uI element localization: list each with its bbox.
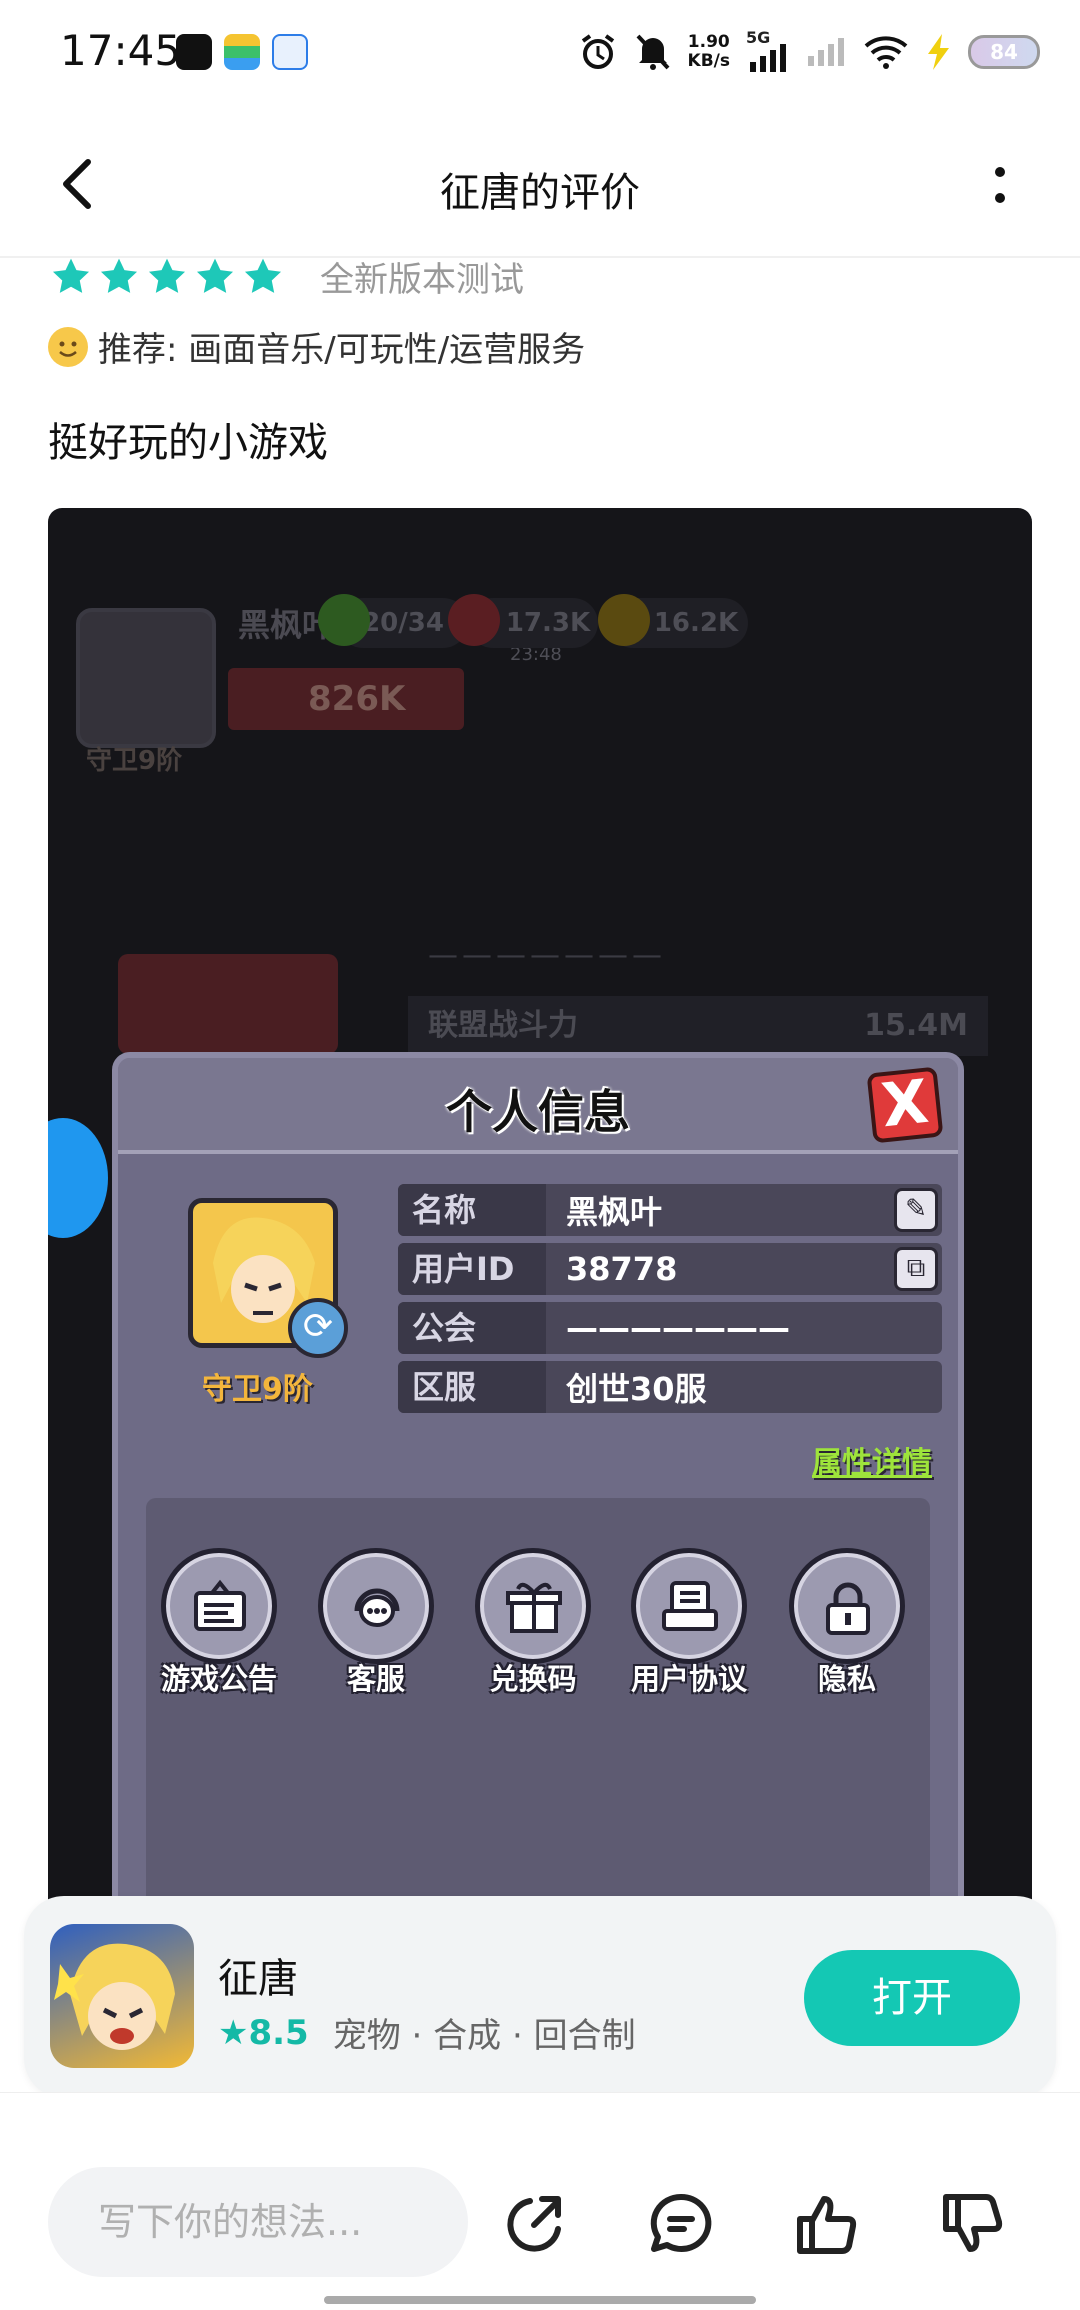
attribute-details-link: 属性详情	[812, 1446, 932, 1481]
info-value: 创世30服	[566, 1370, 707, 1408]
player-avatar	[76, 608, 216, 748]
recommend-text: 推荐: 画面音乐/可玩性/运营服务	[98, 330, 586, 370]
info-value: 黑枫叶	[566, 1193, 663, 1231]
comment-input[interactable]	[48, 2167, 468, 2277]
bottom-action-bar	[0, 2092, 1080, 2310]
info-key: 名称	[398, 1184, 546, 1236]
info-key: 用户ID	[398, 1243, 546, 1295]
alliance-value: 15.4M	[864, 1008, 968, 1043]
star-icon	[244, 258, 282, 293]
gem-icon	[448, 594, 500, 646]
tiktok-icon	[176, 34, 212, 70]
notification-icon-2	[272, 34, 308, 70]
info-value: 38778	[566, 1250, 678, 1288]
recommend-row: 推荐: 画面音乐/可玩性/运营服务	[48, 322, 585, 371]
rating-row: 全新版本测试	[50, 252, 524, 301]
smile-emoji-icon	[48, 326, 88, 367]
status-bar: 17:45 1.90 KB/s 5G 84	[0, 0, 1080, 110]
energy-icon	[318, 594, 370, 646]
share-icon[interactable]	[500, 2189, 570, 2259]
more-vertical-icon[interactable]	[990, 164, 1010, 208]
top-app-bar: 征唐的评价	[0, 110, 1080, 258]
net-speed: 1.90 KB/s	[687, 32, 730, 71]
gold-icon	[598, 594, 650, 646]
headset-icon	[318, 1548, 434, 1664]
banner-block	[118, 954, 338, 1054]
thumbs-down-icon[interactable]	[938, 2189, 1008, 2259]
battery-indicator: 84	[968, 35, 1040, 69]
customer-service-button: 客服	[311, 1548, 441, 1698]
open-app-button[interactable]: 打开	[804, 1950, 1020, 2046]
power-bar: 826K	[228, 668, 464, 730]
status-indicators: 1.90 KB/s 5G 84	[578, 28, 1040, 76]
info-row-server: 区服 创世30服	[398, 1361, 942, 1413]
game-notice-button: 游戏公告	[154, 1548, 284, 1698]
mute-icon	[636, 34, 669, 70]
dialog-title: 个人信息	[446, 1085, 630, 1139]
signal-icon	[808, 38, 844, 66]
alliance-power-bar: 联盟战斗力 15.4M	[408, 996, 988, 1056]
profile-rank: 守卫9阶	[202, 1372, 313, 1407]
home-indicator	[324, 2296, 756, 2304]
privacy-button: 隐私	[782, 1548, 912, 1698]
info-key: 公会	[398, 1302, 546, 1354]
redeem-code-button: 兑换码	[468, 1548, 598, 1698]
refresh-icon: ⟳	[288, 1298, 348, 1358]
star-icon	[148, 258, 186, 293]
edit-icon: ✎	[894, 1188, 938, 1232]
info-row-user-id: 用户ID 38778 ⧉	[398, 1243, 942, 1295]
alliance-label: 联盟战斗力	[428, 1008, 578, 1043]
dialog-header: 个人信息 X	[118, 1058, 958, 1154]
info-rows: 名称 黑枫叶 ✎ 用户ID 38778 ⧉ 公会 ——————— 区服 创世30…	[398, 1184, 942, 1420]
notice-board-icon	[161, 1548, 277, 1664]
notification-icon	[224, 34, 260, 70]
app-tags: 宠物 · 合成 · 回合制	[332, 2016, 636, 2056]
star-icon	[100, 258, 138, 293]
page-title: 征唐的评价	[440, 170, 640, 216]
info-key: 区服	[398, 1361, 546, 1413]
lock-icon	[789, 1548, 905, 1664]
status-time: 17:45	[60, 26, 182, 75]
charging-icon	[928, 34, 949, 70]
app-score: ★8.5	[218, 2012, 309, 2053]
version-tag: 全新版本测试	[320, 260, 524, 300]
info-row-name: 名称 黑枫叶 ✎	[398, 1184, 942, 1236]
copy-icon: ⧉	[894, 1247, 938, 1291]
star-icon	[52, 258, 90, 293]
star-icon	[196, 258, 234, 293]
app-meta: ★8.5 宠物 · 合成 · 回合制	[218, 2008, 636, 2057]
star-rating	[50, 256, 284, 298]
wifi-icon	[864, 36, 908, 69]
document-icon	[631, 1548, 747, 1664]
thumbs-up-icon[interactable]	[792, 2189, 862, 2259]
review-text: 挺好玩的小游戏	[48, 420, 328, 466]
info-row-guild: 公会 ———————	[398, 1302, 942, 1354]
user-agreement-button: 用户协议	[624, 1548, 754, 1698]
alarm-icon	[581, 34, 614, 69]
alliance-name: ———————	[428, 938, 666, 973]
comment-icon[interactable]	[646, 2189, 716, 2259]
app-icon[interactable]	[50, 1924, 194, 2068]
gift-icon	[475, 1548, 591, 1664]
close-icon: X	[866, 1066, 944, 1144]
app-card[interactable]: 征唐 ★8.5 宠物 · 合成 · 回合制 打开	[24, 1896, 1056, 2098]
floating-button	[48, 1118, 108, 1238]
player-rank: 守卫9阶	[86, 746, 183, 776]
info-value: ———————	[566, 1309, 790, 1347]
app-name: 征唐	[218, 1956, 298, 2002]
signal-5g: 5G	[746, 28, 792, 72]
